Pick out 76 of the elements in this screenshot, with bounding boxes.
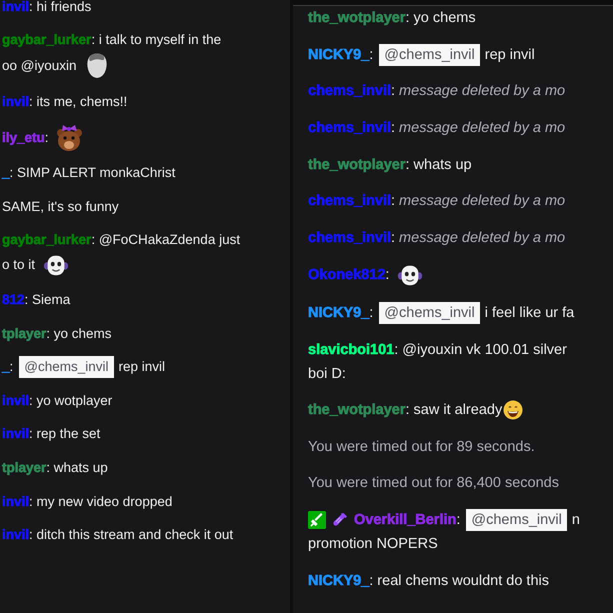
username[interactable]: invil (2, 90, 30, 114)
username[interactable]: chems_invil (308, 116, 392, 140)
username[interactable]: tplayer (2, 456, 46, 480)
message-text: : hi friends (29, 0, 92, 16)
message-text: : (391, 119, 396, 138)
message-text: : real chems wouldnt do this (369, 572, 549, 591)
message-text: : rep the set (29, 425, 100, 444)
message-text: : @FoCHakaZdenda just (91, 231, 240, 250)
username[interactable]: invil (2, 0, 30, 19)
grin-emoji-icon (503, 400, 524, 420)
username[interactable]: the_wotplayer (308, 152, 406, 177)
message-text: : (391, 192, 396, 212)
message-text: : (456, 511, 460, 530)
message-text: boi D: (308, 364, 346, 384)
username[interactable]: gaybar_lurker (2, 28, 92, 52)
username[interactable]: Okonek812 (308, 263, 386, 288)
message-text: : SIMP ALERT monkaChrist (10, 164, 176, 182)
message-text: rep invil (484, 46, 535, 65)
message-text: : yo chems (46, 324, 112, 343)
username[interactable]: _ (2, 355, 10, 380)
message-text: : yo wotplayer (29, 392, 112, 410)
system-message: You were timed out for 86,400 seconds (308, 475, 559, 492)
message-text: oo @iyouxin (2, 57, 76, 76)
username[interactable]: NICKY9_ (308, 42, 370, 67)
mention-chip[interactable]: @chems_invil (379, 302, 480, 324)
username[interactable]: invil (2, 523, 30, 548)
username[interactable]: invil (2, 490, 30, 514)
username[interactable]: tplayer (2, 322, 46, 346)
username[interactable]: invil (2, 388, 30, 413)
username[interactable]: Overkill_Berlin (354, 508, 456, 532)
username[interactable]: ily_etu (2, 126, 45, 150)
message-text: rep invil (118, 358, 166, 376)
message-text: : (369, 304, 374, 324)
message-text: n (572, 511, 580, 530)
message-text: : whats up (406, 156, 472, 175)
deleted-message: message deleted by a mo (399, 228, 566, 248)
message-text: : (369, 46, 374, 65)
message-text: : (44, 128, 49, 147)
message-text: promotion NOPERS (308, 535, 438, 554)
username[interactable]: the_wotplayer (308, 398, 406, 422)
username[interactable]: chems_invil (308, 226, 392, 250)
username[interactable]: slavicboi101 (308, 338, 394, 362)
message-text: : (10, 358, 14, 376)
username[interactable]: chems_invil (308, 79, 392, 104)
system-message: You were timed out for 89 seconds. (308, 438, 535, 455)
message-text: : i talk to myself in the (91, 31, 222, 50)
message-text: : (385, 266, 390, 286)
bear-emote-icon (54, 124, 83, 152)
username[interactable]: _ (2, 161, 10, 186)
username[interactable]: NICKY9_ (308, 568, 370, 593)
message-text: : (391, 228, 396, 248)
mention-chip[interactable]: @chems_invil (466, 509, 567, 532)
username[interactable]: NICKY9_ (308, 301, 370, 326)
deleted-message: message deleted by a mo (399, 119, 566, 138)
message-text: : @iyouxin vk 100.01 silver (394, 340, 567, 360)
message-text: : my new video dropped (29, 492, 172, 511)
message-text: : (391, 82, 396, 102)
deleted-message: message deleted by a mo (399, 82, 566, 102)
username[interactable]: the_wotplayer (308, 6, 406, 30)
deleted-message: message deleted by a mo (399, 192, 566, 212)
message-text: : ditch this stream and check it out (29, 526, 234, 544)
mention-chip[interactable]: @chems_invil (19, 356, 114, 378)
message-text: : whats up (46, 458, 108, 477)
message-text: SAME, it's so funny (2, 198, 119, 216)
message-text: : its me, chems!! (29, 92, 128, 111)
username[interactable]: chems_invil (308, 189, 392, 214)
message-text: o to it (2, 256, 36, 274)
username[interactable]: gaybar_lurker (2, 228, 92, 252)
message-text: i feel like ur fa (484, 304, 574, 324)
message-text: : yo chems (406, 9, 476, 28)
username[interactable]: invil (2, 422, 30, 446)
message-text: : saw it already (406, 401, 502, 420)
sword-badge-icon (308, 511, 326, 530)
message-text: : Siema (24, 290, 70, 309)
username[interactable]: 812 (2, 288, 25, 312)
mention-chip[interactable]: @chems_invil (379, 44, 480, 66)
